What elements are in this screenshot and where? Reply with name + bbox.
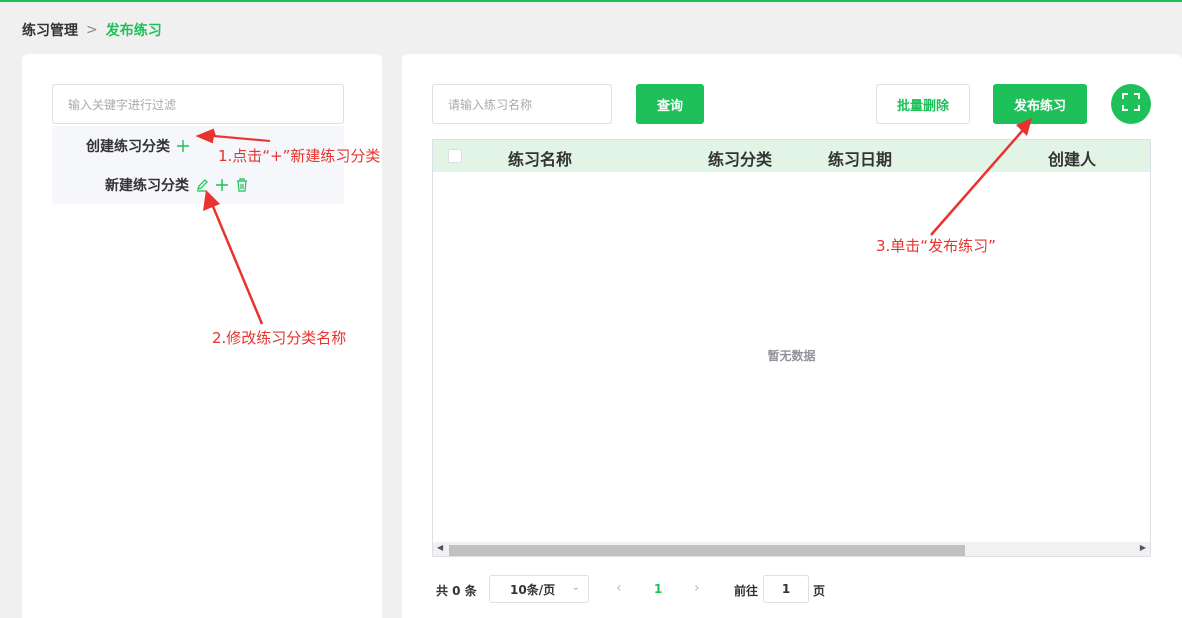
column-header[interactable]: 创建人: [1048, 146, 1096, 170]
scroll-right-icon[interactable]: ▶: [1140, 543, 1146, 552]
annotation-step1: 1.点击“+”新建练习分类: [218, 147, 381, 165]
prev-page-icon[interactable]: ‹: [616, 580, 622, 596]
page-size-select[interactable]: 10条/页 ⌄: [489, 575, 589, 603]
scrollbar-thumb[interactable]: [449, 545, 965, 556]
tree-node-label: 创建练习分类: [86, 139, 170, 155]
fullscreen-button[interactable]: [1111, 84, 1151, 124]
goto-page-input[interactable]: 1: [763, 575, 809, 603]
annotation-step2: 2.修改练习分类名称: [212, 329, 347, 347]
scroll-left-icon[interactable]: ◀: [437, 543, 443, 552]
annotation-step3: 3.单击“发布练习”: [876, 237, 996, 255]
table-header: 练习名称 练习分类 练习日期 创建人: [433, 140, 1150, 172]
search-input[interactable]: 请输入练习名称: [432, 84, 612, 124]
filter-input[interactable]: 输入关键字进行过滤: [52, 84, 344, 124]
breadcrumb-separator: >: [86, 22, 98, 38]
breadcrumb-current: 发布练习: [105, 23, 162, 39]
horizontal-scrollbar[interactable]: ◀ ▶: [433, 542, 1150, 556]
breadcrumb-parent[interactable]: 练习管理: [22, 20, 78, 40]
fullscreen-icon: [1122, 93, 1140, 115]
goto-label: 前往: [734, 584, 759, 598]
tree-node-child[interactable]: 新建练习分类: [105, 175, 249, 195]
empty-state: 暂无数据: [767, 349, 816, 363]
tree-node-root[interactable]: 创建练习分类: [86, 136, 190, 156]
column-header[interactable]: 练习日期: [828, 146, 892, 170]
page-number[interactable]: 1: [654, 582, 662, 596]
exercise-table: 练习名称 练习分类 练习日期 创建人 暂无数据 ◀ ▶: [432, 139, 1151, 557]
goto-suffix: 页: [813, 584, 826, 598]
column-header[interactable]: 练习分类: [708, 146, 772, 170]
delete-icon[interactable]: [235, 178, 249, 192]
publish-button[interactable]: 发布练习: [993, 84, 1087, 124]
total-count: 共 0 条: [436, 584, 477, 598]
plus-icon[interactable]: [176, 139, 190, 153]
tree-node-label: 新建练习分类: [105, 178, 189, 194]
next-page-icon[interactable]: ›: [694, 580, 700, 596]
exercise-panel: 请输入练习名称 查询 批量删除 发布练习 练习名称 练习分类 练习日期 创建人 …: [402, 54, 1182, 618]
batch-delete-button[interactable]: 批量删除: [876, 84, 970, 124]
column-header[interactable]: 练习名称: [508, 146, 572, 170]
plus-icon[interactable]: [215, 178, 229, 192]
breadcrumb: 练习管理 > 发布练习: [22, 20, 162, 40]
edit-icon[interactable]: [195, 178, 209, 192]
query-button[interactable]: 查询: [636, 84, 704, 124]
select-all-checkbox[interactable]: [448, 149, 462, 163]
page-size-value: 10条/页: [510, 582, 556, 597]
chevron-down-icon: ⌄: [571, 582, 580, 593]
